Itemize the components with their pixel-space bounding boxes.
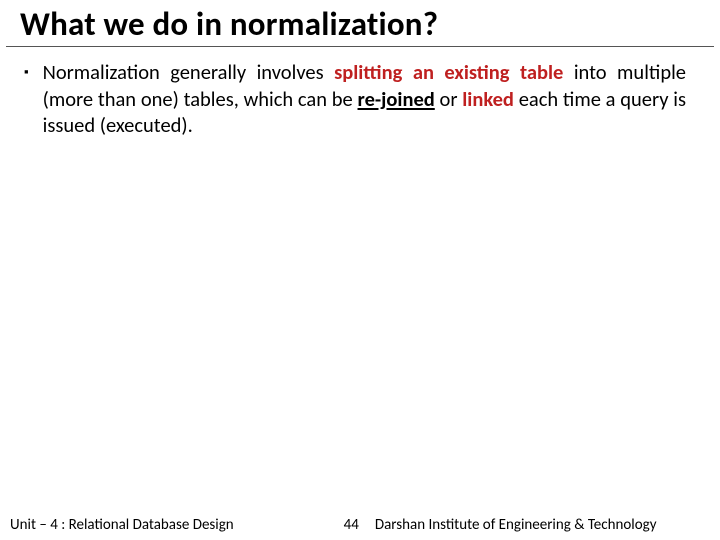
bullet-item: ▪ Normalization generally involves split… — [34, 59, 686, 139]
text-segment: or — [435, 86, 462, 112]
footer-institute: Darshan Institute of Engineering & Techn… — [375, 516, 657, 534]
footer-page-number: 44 — [344, 516, 359, 534]
emphasis-red: linked — [462, 86, 514, 112]
bullet-text: Normalization generally involves splitti… — [43, 59, 686, 139]
emphasis-underline: re-joined — [358, 86, 435, 112]
text-segment: Normalization generally involves — [43, 59, 334, 85]
footer: Unit – 4 : Relational Database Design 44… — [0, 516, 720, 534]
slide-title: What we do in normalization? — [20, 4, 700, 44]
bullet-marker-icon: ▪ — [24, 59, 29, 87]
content-area: ▪ Normalization generally involves split… — [0, 47, 720, 540]
slide: What we do in normalization? ▪ Normaliza… — [0, 0, 720, 540]
title-block: What we do in normalization? — [6, 0, 714, 47]
emphasis-red: splitting an existing table — [334, 59, 563, 85]
footer-unit: Unit – 4 : Relational Database Design — [10, 516, 234, 534]
